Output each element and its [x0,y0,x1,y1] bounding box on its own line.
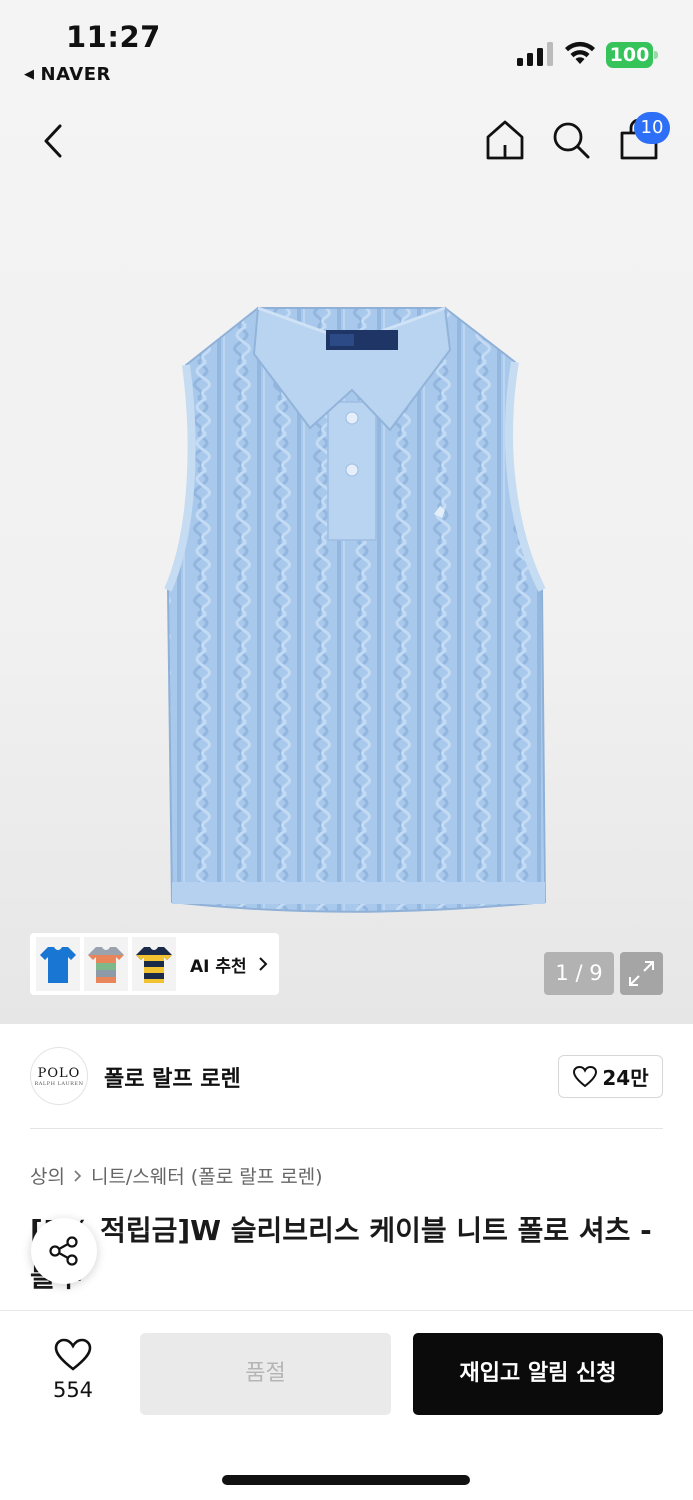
recommend-thumb-blue[interactable] [36,937,80,991]
share-icon [49,1236,78,1266]
brand-like-count: 24만 [602,1066,649,1090]
wifi-icon [565,41,595,64]
share-button[interactable] [31,1218,97,1284]
brand-logo[interactable]: POLO RALPH LAUREN [30,1047,88,1105]
ai-recommend-chip[interactable]: AI 추천 [30,933,279,995]
breadcrumb-level1[interactable]: 상의 [30,1162,65,1189]
soldout-button[interactable]: 품절 [140,1333,391,1415]
ai-recommend-label: AI 추천 [190,956,247,977]
battery-icon: 100 [606,42,658,68]
product-image[interactable] [150,290,550,920]
heart-icon [54,1338,92,1371]
recommend-thumb-rugby[interactable] [132,937,176,991]
divider [30,1128,663,1129]
home-indicator[interactable] [222,1475,470,1485]
recommend-thumb-stripe[interactable] [84,937,128,991]
battery-level: 100 [606,42,653,68]
brand-logo-text: POLO [37,1065,81,1081]
restock-alert-button[interactable]: 재입고 알림 신청 [413,1333,663,1415]
back-app-label: NAVER [40,64,111,85]
brand-logo-subtext: RALPH LAUREN [34,1080,84,1087]
image-pager: 1 / 9 [544,952,614,995]
back-icon[interactable] [36,120,72,162]
back-to-app-link[interactable]: ◀ NAVER [24,64,111,85]
home-icon[interactable] [484,118,526,162]
back-triangle-icon: ◀ [24,67,35,82]
expand-icon[interactable] [620,952,663,995]
brand-like-button[interactable]: 24만 [558,1055,663,1098]
heart-icon [573,1065,598,1087]
wishlist-button[interactable]: 554 [40,1338,106,1412]
signal-icon [517,42,553,66]
breadcrumb: 상의 니트/스웨터 (폴로 랄프 로렌) [30,1162,323,1189]
chevron-right-icon [74,1169,82,1182]
chevron-right-icon [258,957,268,971]
brand-name[interactable]: 폴로 랄프 로렌 [104,1061,241,1093]
breadcrumb-level2[interactable]: 니트/스웨터 (폴로 랄프 로렌) [91,1162,323,1189]
bag-count-badge: 10 [634,112,670,144]
status-time: 11:27 [66,20,161,54]
wishlist-count: 554 [52,1378,94,1402]
search-icon[interactable] [550,118,592,162]
product-title: [5% 적립금]W 슬리브리스 케이블 니트 폴로 셔츠 - 블루 [30,1214,652,1293]
